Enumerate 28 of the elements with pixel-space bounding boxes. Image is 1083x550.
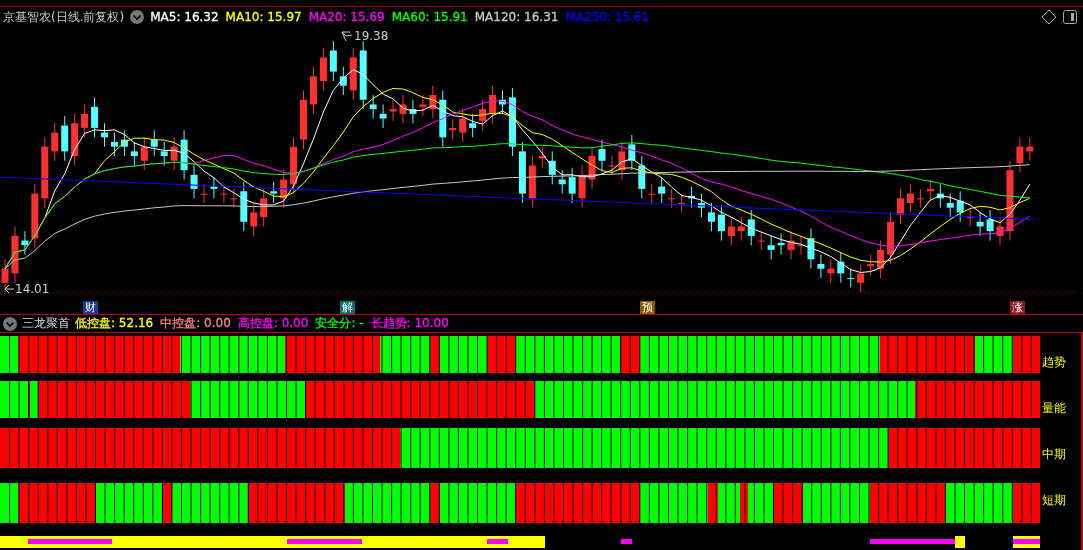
ma-value: MA10: 15.97 [225,10,302,24]
event-marker: 财 [83,301,98,314]
high-price-label: 19.38 [354,29,389,43]
indicator-value: 中控盘: 0.00 [160,315,231,332]
ma-value: MA250: 15.61 [565,10,650,24]
event-marker: 预 [640,301,655,314]
panel-icon[interactable] [1063,10,1077,24]
row-label: 趋势 [1042,355,1067,369]
dropdown-icon[interactable] [3,316,17,331]
low-marker-icon [4,284,15,294]
ma-value: MA60: 15.91 [391,10,468,24]
ma-value: MA20: 15.69 [308,10,385,24]
low-price-label: 14.01 [15,282,50,296]
row-label: 量能 [1042,401,1067,415]
diamond-icon[interactable] [1041,9,1057,25]
dropdown-icon[interactable] [130,10,145,24]
indicator-name: 三龙聚首 [22,315,70,332]
event-marker: 涨 [1010,301,1025,314]
indicator-value: 低控盘: 52.16 [75,315,154,332]
ma-value: MA5: 16.32 [150,10,219,24]
ma-value: MA120: 16.31 [474,10,559,24]
indicator-value: 安全分: - [315,315,364,332]
indicator-value: 长趋势: 10.00 [370,315,449,332]
indicator-value: 高控盘: 0.00 [237,315,309,332]
row-label: 短期 [1042,493,1067,507]
chart-title: 京基智农(日线.前复权) [3,8,125,26]
row-label: 中期 [1042,447,1067,461]
event-marker: 解 [340,301,355,314]
